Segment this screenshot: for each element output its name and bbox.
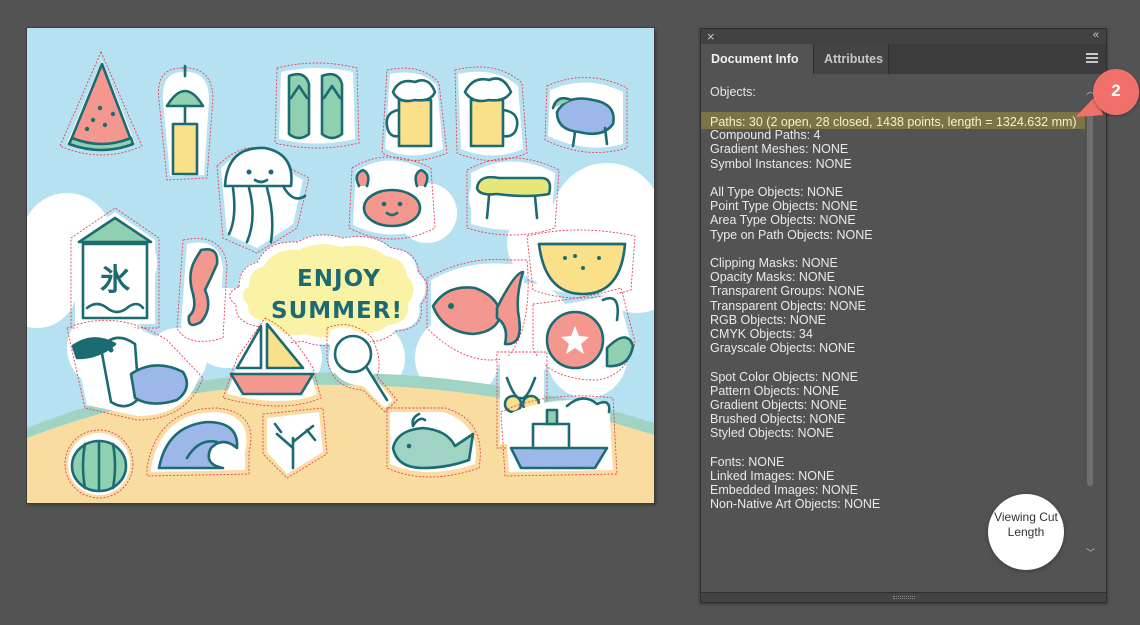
info-line: Clipping Masks: NONE	[710, 256, 838, 270]
info-line-paths-highlighted[interactable]: Paths: 30 (2 open, 28 closed, 1438 point…	[701, 112, 1085, 130]
close-icon[interactable]: ×	[707, 29, 715, 44]
panel-title-bar[interactable]: × «	[701, 29, 1106, 44]
resize-grip[interactable]	[892, 596, 915, 599]
info-line: Pattern Objects: NONE	[710, 383, 840, 398]
collapse-panel-icon[interactable]: «	[1093, 28, 1099, 43]
flip-flops-sticker	[274, 62, 360, 149]
info-line: Transparent Groups: NONE	[710, 284, 865, 299]
jellyfish-sticker	[216, 146, 310, 254]
info-line: CMYK Objects: 34	[710, 327, 813, 342]
info-line: Symbol Instances: NONE	[710, 156, 852, 171]
tab-attributes[interactable]: Attributes	[813, 44, 889, 74]
step-number-badge: 2	[1093, 69, 1139, 115]
scrollbar[interactable]: ︿ ﹀	[1086, 74, 1095, 559]
info-line: Point Type Objects: NONE	[710, 199, 858, 214]
cut-length-callout: Viewing Cut Length	[988, 494, 1064, 570]
crab-sticker	[348, 156, 436, 240]
artboard: .cut { fill: none; stroke: #e8405a; stro…	[27, 28, 654, 503]
info-line: All Type Objects: NONE	[710, 185, 844, 199]
info-line: Spot Color Objects: NONE	[710, 369, 858, 384]
scroll-down-icon[interactable]: ﹀	[1086, 546, 1095, 559]
watermelon-slice-sticker	[59, 50, 143, 156]
headline-line-1: ENJOY	[297, 266, 381, 292]
info-line: Gradient Objects: NONE	[710, 398, 847, 413]
panel-footer	[701, 592, 1106, 602]
beer-mug-sticker-2	[454, 66, 528, 161]
sticker-sheet-illustration: .cut { fill: none; stroke: #e8405a; stro…	[27, 50, 654, 503]
beer-mug-sticker-1	[381, 67, 448, 161]
info-line: Gradient Meshes: NONE	[710, 142, 849, 157]
cucumber-horse-sticker	[466, 157, 560, 236]
info-line: Brushed Objects: NONE	[710, 412, 846, 427]
info-list: Paths: 30 (2 open, 28 closed, 1438 point…	[701, 112, 1086, 512]
panel-tab-bar: Document Info Attributes	[701, 44, 1106, 74]
headline-line-2: SUMMER!	[271, 298, 403, 324]
info-line: Grayscale Objects: NONE	[710, 341, 856, 356]
shaved-ice-kanji: 氷	[100, 263, 131, 298]
eggplant-cow-sticker	[544, 77, 628, 153]
info-line: Compound Paths: 4	[710, 128, 821, 143]
panel-menu-icon[interactable]	[1086, 53, 1098, 64]
info-line: Opacity Masks: NONE	[710, 270, 836, 285]
info-line: RGB Objects: NONE	[710, 312, 826, 327]
info-line: Type on Path Objects: NONE	[710, 227, 873, 242]
wind-chime-sticker	[158, 64, 214, 181]
scroll-thumb[interactable]	[1087, 106, 1093, 486]
info-line: Styled Objects: NONE	[710, 426, 834, 441]
info-line: Linked Images: NONE	[710, 469, 835, 484]
scroll-track[interactable]	[1087, 106, 1093, 486]
info-line: Transparent Objects: NONE	[710, 298, 866, 313]
tab-document-info[interactable]: Document Info	[701, 44, 813, 74]
info-line: Area Type Objects: NONE	[710, 213, 856, 228]
yellow-watermelon-sticker	[526, 229, 636, 299]
info-line: Fonts: NONE	[710, 454, 785, 469]
objects-dropdown-label[interactable]: Objects:	[710, 85, 756, 99]
